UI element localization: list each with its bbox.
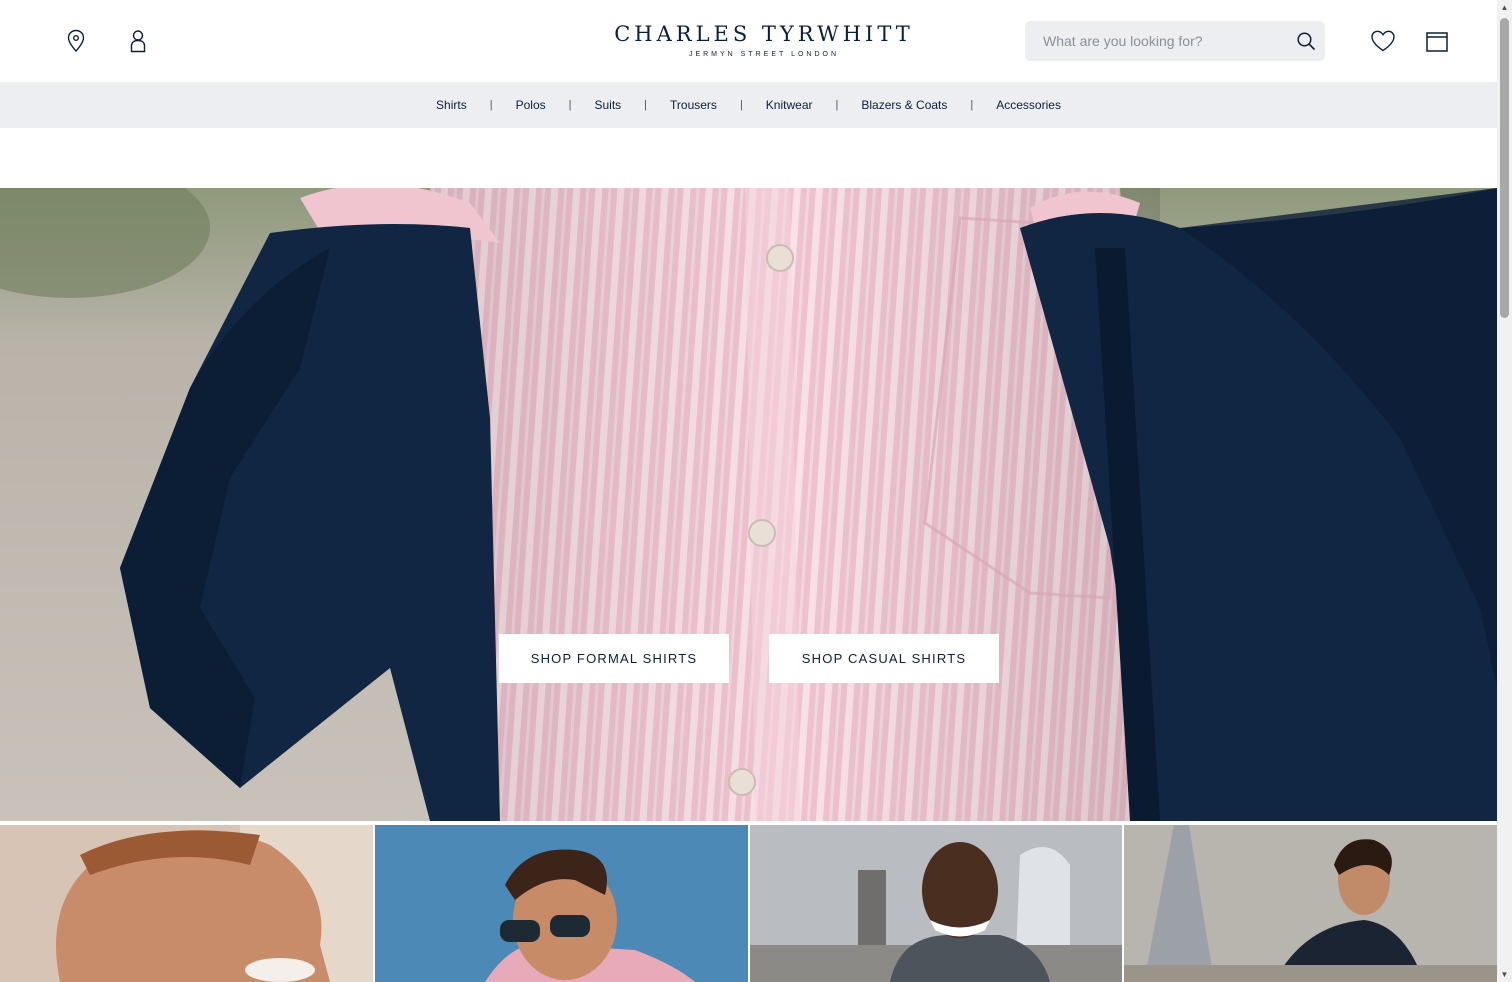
nav-separator: | [568, 99, 572, 111]
tile-image [0, 825, 373, 982]
nav-item-trousers[interactable]: Trousers [670, 98, 717, 112]
nav-separator: | [644, 99, 648, 111]
promo-tiles [0, 825, 1497, 982]
brand-logo[interactable]: CHARLES TYRWHITT JERMYN STREET LONDON [608, 22, 920, 58]
category-nav: Shirts | Polos | Suits | Trousers | Knit… [0, 82, 1497, 128]
location-pin-icon[interactable] [63, 28, 89, 54]
search-bar [1025, 21, 1325, 61]
tile-image [750, 825, 1122, 982]
nav-separator: | [489, 99, 493, 111]
nav-item-polos[interactable]: Polos [516, 98, 546, 112]
nav-item-accessories[interactable]: Accessories [996, 98, 1061, 112]
tile-image [375, 825, 748, 982]
account-icon[interactable] [125, 28, 151, 54]
scroll-up-arrow-icon[interactable]: ▲ [1497, 0, 1512, 15]
promo-tile[interactable] [1124, 825, 1497, 982]
shop-casual-shirts-button[interactable]: SHOP CASUAL SHIRTS [769, 634, 999, 683]
nav-separator: | [970, 99, 974, 111]
promo-tile[interactable] [375, 825, 748, 982]
shop-formal-shirts-button[interactable]: SHOP FORMAL SHIRTS [499, 634, 729, 683]
hero-banner[interactable]: SHOP FORMAL SHIRTS SHOP CASUAL SHIRTS [0, 188, 1497, 821]
hero-image [0, 188, 1497, 821]
nav-separator: | [835, 99, 839, 111]
bag-icon[interactable] [1423, 28, 1451, 54]
heart-icon[interactable] [1369, 28, 1397, 54]
site-header: CHARLES TYRWHITT JERMYN STREET LONDON [0, 0, 1497, 82]
logo-wordmark: CHARLES TYRWHITT [614, 22, 914, 46]
logo-tagline: JERMYN STREET LONDON [688, 51, 840, 58]
nav-item-knitwear[interactable]: Knitwear [766, 98, 813, 112]
nav-item-shirts[interactable]: Shirts [436, 98, 467, 112]
nav-item-suits[interactable]: Suits [594, 98, 621, 112]
nav-separator: | [739, 99, 743, 111]
scrollbar-thumb[interactable] [1500, 18, 1509, 318]
nav-item-blazers-coats[interactable]: Blazers & Coats [861, 98, 947, 112]
search-input[interactable] [1025, 21, 1285, 61]
promo-tile[interactable] [0, 825, 373, 982]
page-scrollbar[interactable]: ▲ ▼ [1497, 0, 1512, 982]
promo-tile[interactable] [750, 825, 1122, 982]
tile-image [1124, 825, 1497, 982]
scroll-down-arrow-icon[interactable]: ▼ [1497, 967, 1512, 982]
search-icon[interactable] [1295, 30, 1317, 52]
